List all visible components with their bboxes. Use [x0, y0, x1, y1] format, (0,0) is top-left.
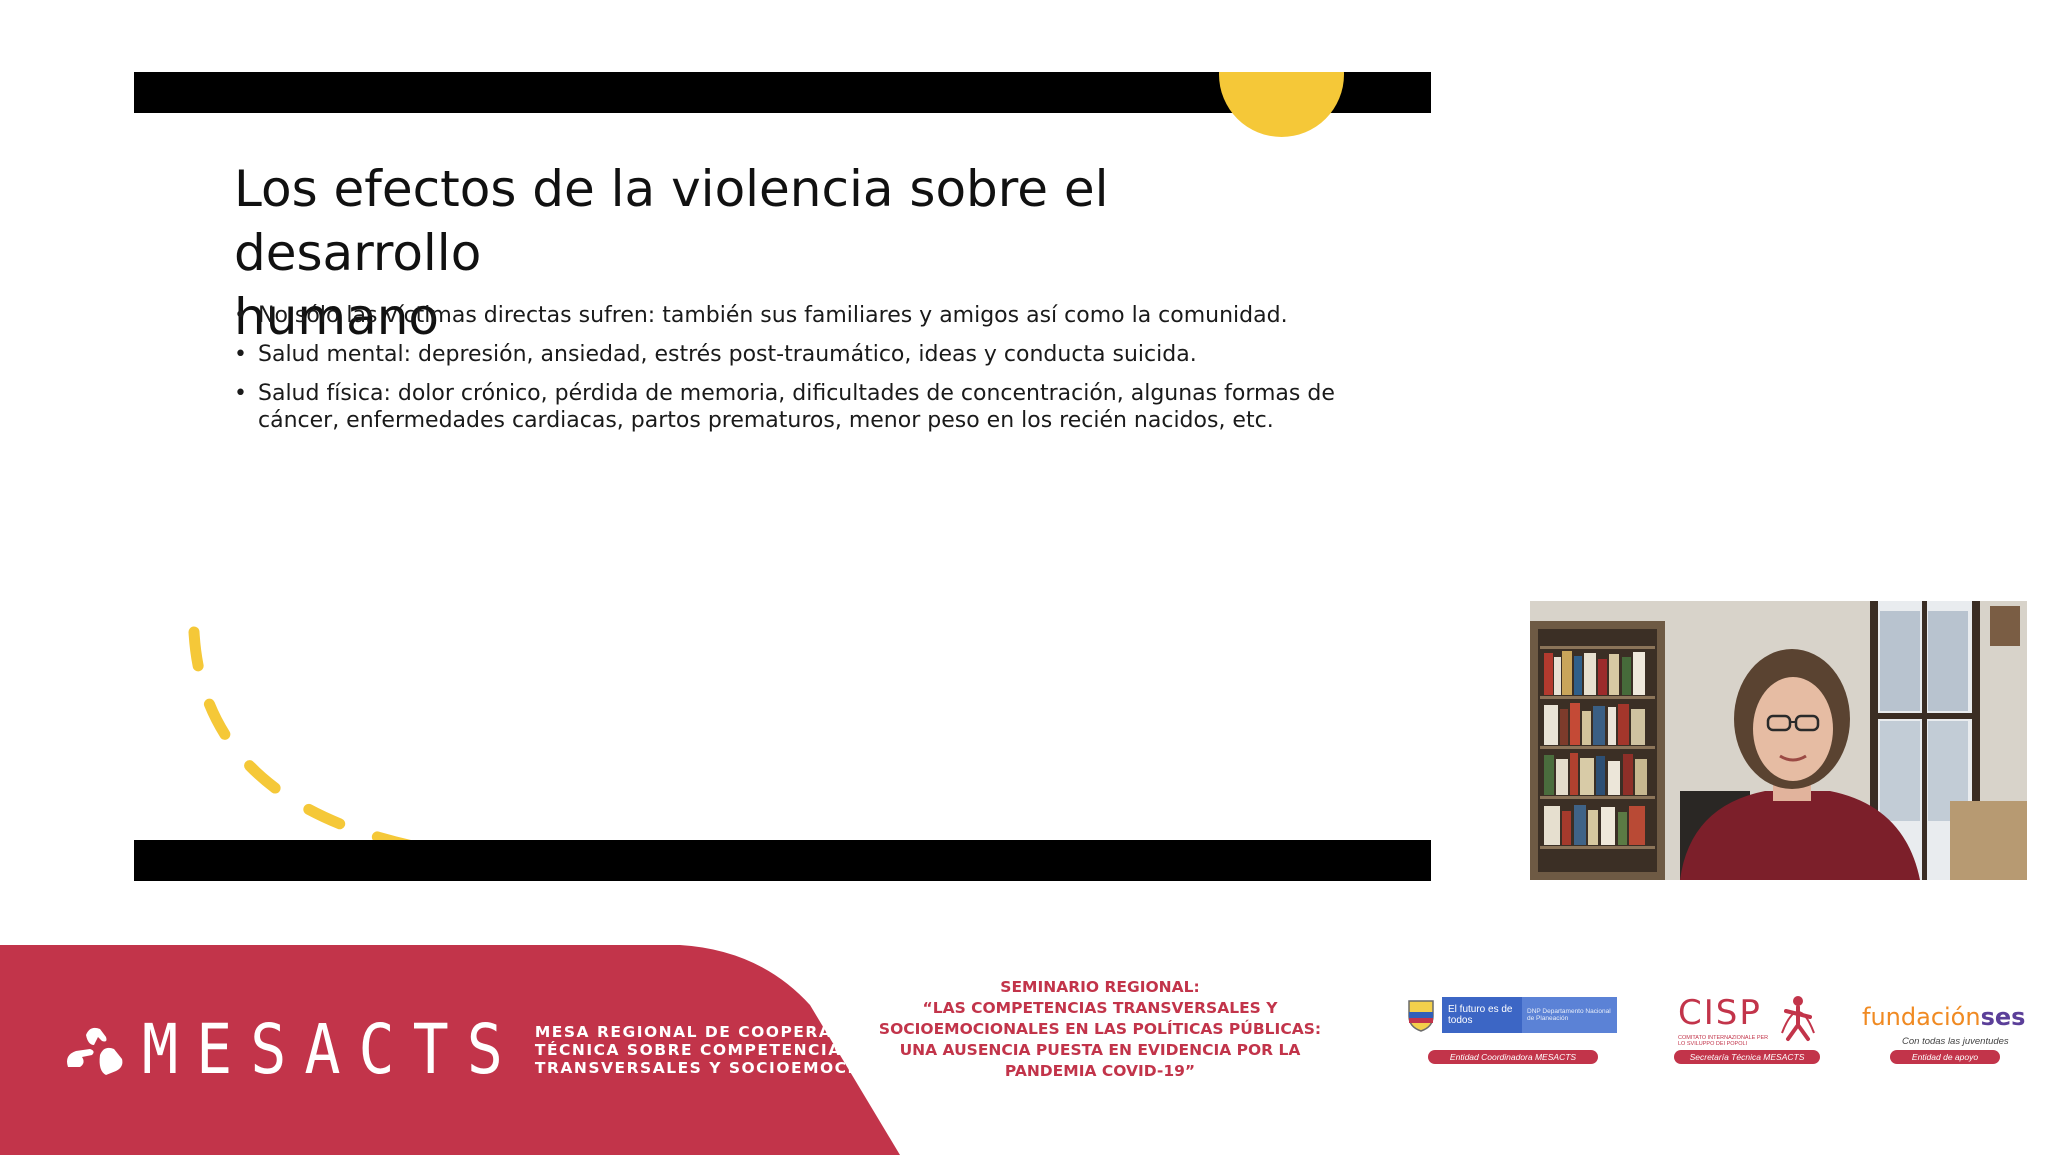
cisp-subtitle: Comitato Internazionale per lo Sviluppo … — [1678, 1035, 1769, 1047]
seminar-line: UNA AUSENCIA PUESTA EN EVIDENCIA POR LA — [899, 1041, 1301, 1059]
bullet-dot-icon: • — [234, 303, 247, 328]
video-feed-icon — [1530, 601, 2027, 880]
seminar-title: SEMINARIO REGIONAL: “LAS COMPETENCIAS TR… — [860, 977, 1340, 1082]
seminar-line: “LAS COMPETENCIAS TRANSVERSALES Y — [922, 999, 1278, 1017]
seminar-line: SEMINARIO REGIONAL: — [1000, 978, 1200, 996]
cisp-figure-icon — [1781, 996, 1815, 1041]
bullet-list: • No sólo las víctimas directas sufren: … — [234, 302, 1354, 446]
mesacts-wordmark: MESACTS — [142, 1009, 521, 1091]
fundacion-word: fundación — [1862, 1003, 1981, 1031]
bullet-text: No sólo las víctimas directas sufren: ta… — [258, 303, 1288, 328]
dnp-name: DNP Departamento Nacional de Planeación — [1522, 997, 1617, 1033]
bullet-dot-icon: • — [234, 342, 247, 367]
bullet-item: • Salud física: dolor crónico, pérdida d… — [234, 380, 1354, 434]
mesacts-logo: MESACTS MESA REGIONAL DE COOPERACIÓN TÉC… — [60, 1000, 934, 1100]
bullet-text: Salud mental: depresión, ansiedad, estré… — [258, 342, 1197, 367]
colombia-shield-icon — [1408, 1000, 1434, 1032]
dnp-slogan: El futuro es de todos — [1442, 997, 1522, 1033]
slide-title-line1: Los efectos de la violencia sobre el des… — [234, 160, 1109, 282]
cisp-role-badge: Secretaría Técnica MESACTS — [1674, 1050, 1820, 1064]
seminar-line: SOCIOEMOCIONALES EN LAS POLÍTICAS PÚBLIC… — [878, 1020, 1322, 1038]
fundacion-tagline: Con todas las juventudes — [1902, 1036, 2009, 1047]
fundacion-role-badge: Entidad de apoyo — [1890, 1050, 2000, 1064]
event-footer: MESACTS MESA REGIONAL DE COOPERACIÓN TÉC… — [0, 945, 2047, 1155]
dnp-logo-box: El futuro es de todos DNP Departamento N… — [1406, 995, 1621, 1035]
bullet-item: • No sólo las víctimas directas sufren: … — [234, 302, 1354, 329]
ses-word: ses — [1980, 1003, 2026, 1031]
decorative-dashed-arc — [188, 626, 450, 858]
decorative-yellow-circle — [1219, 72, 1344, 137]
presentation-slide: Los efectos de la violencia sobre el des… — [134, 72, 1431, 881]
slide-bottom-bar — [134, 840, 1431, 881]
bullet-text: Salud física: dolor crónico, pérdida de … — [258, 381, 1335, 433]
cisp-wordmark: CISP — [1678, 993, 1762, 1033]
seminar-line: PANDEMIA COVID-19” — [1004, 1062, 1196, 1080]
bullet-dot-icon: • — [234, 381, 247, 406]
fundacion-ses-wordmark: fundaciónses — [1862, 1003, 2025, 1031]
bullet-item: • Salud mental: depresión, ansiedad, est… — [234, 341, 1354, 368]
hands-icon — [67, 1027, 123, 1075]
webcam-feed[interactable] — [1530, 601, 2027, 880]
dnp-role-badge: Entidad Coordinadora MESACTS — [1428, 1050, 1598, 1064]
